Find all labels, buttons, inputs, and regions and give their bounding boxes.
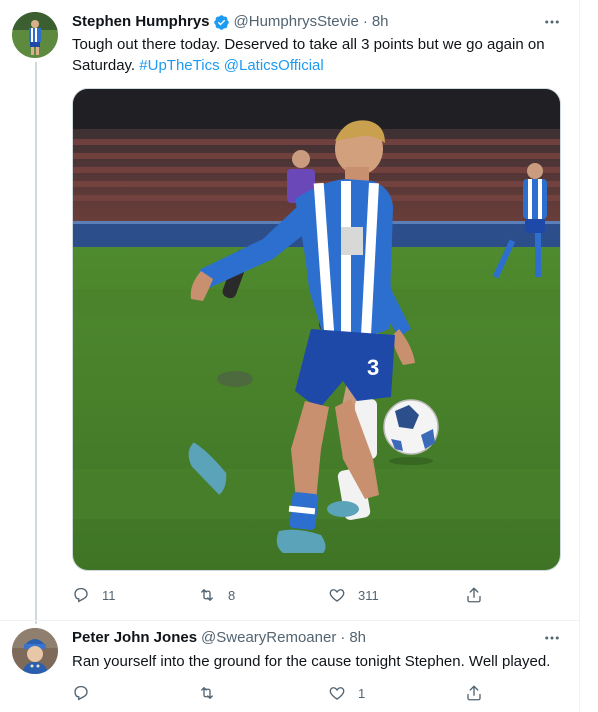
more-icon[interactable] bbox=[542, 12, 562, 32]
avatar[interactable] bbox=[12, 12, 58, 58]
verified-icon bbox=[213, 14, 230, 31]
reply-icon bbox=[74, 587, 88, 603]
reply-handle[interactable]: @SwearyRemoaner bbox=[201, 628, 336, 648]
like-icon bbox=[329, 589, 345, 602]
reply-like-count: 1 bbox=[358, 685, 366, 701]
share-icon bbox=[467, 587, 481, 603]
display-name[interactable]: Stephen Humphrys bbox=[72, 12, 210, 32]
column-border bbox=[579, 0, 580, 712]
like-count: 311 bbox=[358, 587, 379, 603]
share-button[interactable] bbox=[465, 586, 483, 604]
thread-connector-line bbox=[35, 62, 37, 624]
tweet-header: Stephen Humphrys @HumphrysStevie · 8h bbox=[72, 12, 389, 32]
avatar-image bbox=[12, 12, 58, 58]
reply-more-icon[interactable] bbox=[542, 628, 562, 648]
reply-display-name[interactable]: Peter John Jones bbox=[72, 628, 197, 648]
retweet-count: 8 bbox=[228, 587, 236, 603]
reply-avatar[interactable] bbox=[12, 628, 58, 674]
reply-header: Peter John Jones @SwearyRemoaner · 8h bbox=[72, 628, 366, 648]
handle[interactable]: @HumphrysStevie bbox=[234, 12, 359, 32]
timeline: Stephen Humphrys @HumphrysStevie · 8h To… bbox=[0, 0, 598, 712]
reply-count: 11 bbox=[102, 587, 116, 603]
tweet-text: Tough out there today. Deserved to take … bbox=[72, 34, 552, 76]
timestamp[interactable]: 8h bbox=[372, 12, 389, 32]
retweet-icon bbox=[201, 589, 213, 601]
reply-separator: · bbox=[340, 629, 346, 646]
hashtag-link[interactable]: #UpTheTics bbox=[139, 57, 219, 74]
separator: · bbox=[362, 13, 368, 30]
reply-text: Ran yourself into the ground for the cau… bbox=[72, 653, 551, 670]
reply-avatar-image bbox=[12, 628, 58, 674]
reply-icon bbox=[74, 685, 88, 701]
retweet-icon bbox=[201, 687, 213, 699]
tweet-divider bbox=[0, 620, 579, 621]
reply-like-button[interactable]: 1 bbox=[328, 684, 365, 702]
svg-text:3: 3 bbox=[367, 355, 379, 380]
like-button[interactable]: 311 bbox=[328, 586, 379, 604]
retweet-button[interactable]: 8 bbox=[198, 586, 235, 604]
mention-link[interactable]: @LaticsOfficial bbox=[224, 57, 324, 74]
tweet-photo[interactable]: 3 bbox=[72, 88, 561, 571]
reply-retweet-button[interactable] bbox=[198, 684, 228, 702]
share-icon bbox=[467, 685, 481, 701]
reply-share-button[interactable] bbox=[465, 684, 483, 702]
reply-button[interactable]: 11 bbox=[72, 586, 116, 604]
reply-reply-button[interactable] bbox=[72, 684, 102, 702]
football-match-photo-icon: 3 bbox=[73, 89, 560, 570]
like-icon bbox=[329, 687, 345, 700]
reply-timestamp[interactable]: 8h bbox=[349, 628, 366, 648]
